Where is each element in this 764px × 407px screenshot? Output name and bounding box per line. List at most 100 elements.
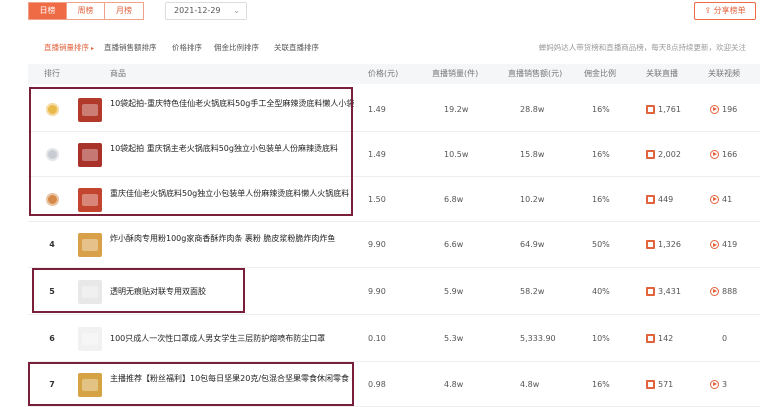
table-row[interactable]: 7 主播推荐【粉丝福利】10包每日坚果20克/包混合坚果零食休闲零食 0.98 4.8…: [28, 362, 760, 407]
share-ranking-button[interactable]: ⇪ 分享榜单: [694, 2, 756, 20]
sort-by-price[interactable]: 价格排序: [172, 38, 202, 58]
video-play-icon: [710, 286, 719, 296]
cell-live-sales: 6.8w: [444, 194, 464, 204]
tab-weekly[interactable]: 周榜: [67, 3, 105, 19]
cell-related-live[interactable]: 3,431: [646, 286, 681, 296]
cell-related-live[interactable]: 1,761: [646, 104, 681, 114]
cell-live-revenue: 15.8w: [520, 149, 545, 159]
cell-live-sales: 5.3w: [444, 333, 464, 343]
cell-related-live[interactable]: 1,326: [646, 240, 681, 249]
cell-price: 0.10: [368, 333, 386, 343]
video-play-icon: [710, 379, 719, 389]
col-related-live[interactable]: 关联直播: [646, 64, 678, 84]
live-icon: [646, 194, 655, 204]
product-title-link[interactable]: 重庆佳仙老火锅底料50g独立小包装单人份麻辣烫底料懒人火锅底料: [110, 188, 380, 200]
cell-commission: 40%: [592, 286, 610, 296]
col-live-revenue[interactable]: 直播销售额(元): [508, 64, 562, 84]
related-video-count: 0: [722, 333, 728, 343]
related-video-count: 196: [722, 104, 738, 114]
cell-live-sales: 5.9w: [444, 286, 464, 296]
rank-medal-icon: [46, 193, 59, 206]
table-row[interactable]: 10袋起拍 重庆锅主老火锅底料50g独立小包装单人份麻辣烫底料 1.49 10.5w…: [28, 132, 760, 177]
col-product: 商品: [110, 69, 126, 78]
cell-price: 1.50: [368, 194, 386, 204]
sort-by-commission[interactable]: 佣金比例排序: [214, 38, 259, 58]
cell-price: 1.49: [368, 149, 386, 159]
cell-commission: 10%: [592, 333, 610, 343]
cell-related-video[interactable]: 888: [710, 286, 737, 296]
cell-related-video[interactable]: 196: [710, 104, 738, 114]
cell-commission: 16%: [592, 149, 610, 159]
col-commission[interactable]: 佣金比例: [584, 64, 616, 84]
cell-live-revenue: 28.8w: [520, 104, 545, 114]
cell-commission: 50%: [592, 240, 610, 249]
cell-related-video[interactable]: 3: [710, 379, 728, 389]
chevron-down-icon: ⌄: [233, 6, 240, 15]
cell-related-live[interactable]: 449: [646, 194, 674, 204]
cell-live-sales: 6.6w: [444, 240, 464, 249]
sort-by-live-sales[interactable]: 直播销量排序 ▸: [44, 38, 94, 59]
sort-label: 直播销量排序: [44, 43, 89, 52]
rank-number: 6: [49, 333, 55, 343]
cell-related-live[interactable]: 571: [646, 379, 674, 389]
cell-related-video[interactable]: 0: [710, 334, 727, 343]
cell-live-revenue: 5,333.90: [520, 333, 556, 343]
product-title-link[interactable]: 主播推荐【粉丝福利】10包每日坚果20克/包混合坚果零食休闲零食: [110, 373, 380, 385]
sort-tabs: 直播销量排序 ▸ 直播销售额排序 价格排序 佣金比例排序 关联直播排序 蝉妈妈达人…: [28, 38, 760, 58]
cell-related-video[interactable]: 166: [710, 149, 738, 159]
cell-live-revenue: 4.8w: [520, 379, 540, 389]
product-thumbnail[interactable]: [78, 187, 102, 212]
share-label: 分享榜单: [713, 6, 746, 15]
product-thumbnail[interactable]: [78, 279, 102, 304]
col-live-sales[interactable]: 直播销量(件): [432, 64, 478, 84]
related-live-count: 571: [658, 379, 674, 389]
related-live-count: 2,002: [658, 149, 681, 159]
rank-number: 5: [49, 286, 55, 296]
table-row[interactable]: 4 炸小酥肉专用粉100g家商香酥炸肉条 裹粉 脆皮浆粉脆炸肉炸鱼 9.90 6.6w…: [28, 222, 760, 268]
col-price[interactable]: 价格(元): [368, 64, 398, 84]
product-thumbnail[interactable]: [78, 326, 102, 351]
related-live-count: 449: [658, 194, 674, 204]
cell-live-sales: 19.2w: [444, 104, 469, 114]
cell-live-sales: 4.8w: [444, 379, 464, 389]
product-title-link[interactable]: 100只成人一次性口罩成人男女学生三层防护熔喷布防尘口罩: [110, 333, 380, 345]
date-picker[interactable]: 2021-12-29 ⌄: [165, 2, 247, 20]
period-switch: 日榜 周榜 月榜: [28, 2, 144, 20]
live-icon: [646, 240, 655, 249]
rank-number: 4: [49, 240, 55, 249]
live-icon: [646, 286, 655, 296]
video-play-icon: [710, 149, 719, 159]
tab-daily[interactable]: 日榜: [29, 3, 67, 19]
table-row[interactable]: 6 100只成人一次性口罩成人男女学生三层防护熔喷布防尘口罩 0.10 5.3w 5,3…: [28, 315, 760, 362]
tab-monthly[interactable]: 月榜: [105, 3, 143, 19]
live-icon: [646, 149, 655, 159]
product-thumbnail[interactable]: [78, 97, 102, 122]
product-title-link[interactable]: 透明无痕贴对联专用双面胶: [110, 286, 380, 298]
cell-commission: 16%: [592, 194, 610, 204]
product-thumbnail[interactable]: [78, 372, 102, 397]
cell-commission: 16%: [592, 104, 610, 114]
table-row[interactable]: 10袋起拍-重庆特色佳仙老火锅底料50g手工全型麻辣烫底料懒人小袋 1.49 19.…: [28, 87, 760, 132]
cell-related-video[interactable]: 419: [710, 240, 737, 249]
table-row[interactable]: 重庆佳仙老火锅底料50g独立小包装单人份麻辣烫底料懒人火锅底料 1.50 6.8w 1…: [28, 177, 760, 222]
sort-by-live-revenue[interactable]: 直播销售额排序: [104, 38, 157, 58]
product-title-link[interactable]: 10袋起拍 重庆锅主老火锅底料50g独立小包装单人份麻辣烫底料: [110, 143, 380, 155]
product-thumbnail[interactable]: [78, 142, 102, 167]
col-related-video[interactable]: 关联视频: [708, 64, 740, 84]
sort-by-related-live[interactable]: 关联直播排序: [274, 38, 319, 58]
cell-related-live[interactable]: 142: [646, 333, 673, 343]
related-video-count: 166: [722, 149, 738, 159]
cell-related-live[interactable]: 2,002: [646, 149, 681, 159]
product-thumbnail[interactable]: [78, 233, 102, 257]
date-value: 2021-12-29: [174, 6, 221, 15]
video-play-icon: [710, 104, 719, 114]
live-icon: [646, 104, 655, 114]
product-title-link[interactable]: 10袋起拍-重庆特色佳仙老火锅底料50g手工全型麻辣烫底料懒人小袋: [110, 98, 380, 110]
table-row[interactable]: 5 透明无痕贴对联专用双面胶 9.90 5.9w 58.2w 40% 3,431 888: [28, 268, 760, 315]
related-video-count: 3: [722, 379, 728, 389]
cell-related-video[interactable]: 41: [710, 194, 732, 204]
col-rank: 排行: [44, 69, 60, 78]
rank-medal-icon: [46, 148, 59, 161]
product-title-link[interactable]: 炸小酥肉专用粉100g家商香酥炸肉条 裹粉 脆皮浆粉脆炸肉炸鱼: [110, 233, 380, 245]
sort-arrow-icon: ▸: [91, 45, 95, 52]
